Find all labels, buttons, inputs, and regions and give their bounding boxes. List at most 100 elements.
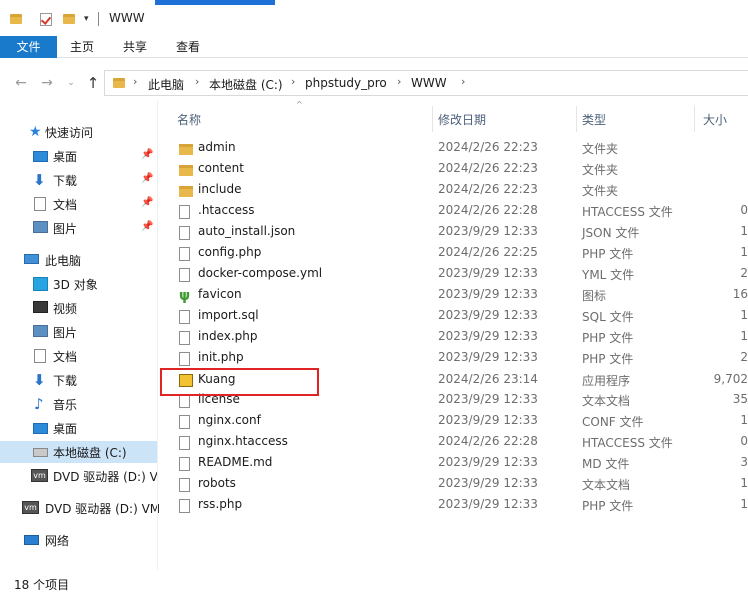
chevron-right-icon[interactable]: › <box>195 75 199 88</box>
file-date: 2023/9/29 12:33 <box>438 287 538 301</box>
sidebar-item-pictures-pc[interactable]: 图片 <box>0 321 157 343</box>
file-icon <box>179 457 190 471</box>
chevron-right-icon[interactable]: › <box>133 75 137 88</box>
drive-icon <box>33 448 48 457</box>
file-type: PHP 文件 <box>582 499 634 513</box>
file-icon <box>179 478 190 492</box>
forward-arrow-icon[interactable]: → <box>38 74 56 92</box>
file-type: 文本文档 <box>582 478 631 492</box>
tab-share[interactable]: 共享 <box>111 36 159 58</box>
file-name: docker-compose.yml <box>198 266 323 280</box>
folder-icon <box>179 165 193 176</box>
file-size: 16 <box>732 287 748 301</box>
table-row[interactable]: index.php 2023/9/29 12:33 PHP 文件 1 <box>168 327 748 348</box>
sidebar-item-label: 音乐 <box>53 398 78 412</box>
sidebar-item-network[interactable]: 网络 <box>0 529 157 551</box>
folder-icon[interactable] <box>10 10 22 28</box>
sidebar-item-label: DVD 驱动器 (D:) VM <box>45 502 161 516</box>
file-date: 2023/9/29 12:33 <box>438 392 538 406</box>
sidebar-item-downloads[interactable]: ⬇ 下载 📌 <box>0 169 157 191</box>
sidebar-item-quick-access[interactable]: ★ 快速访问 <box>0 121 157 143</box>
column-divider[interactable] <box>576 106 577 132</box>
sidebar-item-pictures[interactable]: 图片 📌 <box>0 217 157 239</box>
column-header-size[interactable]: 大小 <box>703 111 727 128</box>
file-type: 文本文档 <box>582 394 631 408</box>
file-name: include <box>198 182 242 196</box>
column-header-type[interactable]: 类型 <box>582 111 606 128</box>
customize-quick-access-icon[interactable]: ▾ <box>84 10 89 28</box>
table-row[interactable]: auto_install.json 2023/9/29 12:33 JSON 文… <box>168 222 748 243</box>
table-row[interactable]: rss.php 2023/9/29 12:33 PHP 文件 1 <box>168 495 748 516</box>
file-type: CONF 文件 <box>582 415 644 429</box>
sidebar-item-dvd-drive[interactable]: vm DVD 驱动器 (D:) V <box>0 465 158 487</box>
sidebar-item-music[interactable]: ♪ 音乐 <box>0 393 157 415</box>
breadcrumb-this-pc[interactable]: 此电脑 <box>148 76 184 93</box>
column-header-name[interactable]: 名称 <box>177 111 201 128</box>
column-header-date[interactable]: 修改日期 <box>438 111 486 128</box>
file-date: 2023/9/29 12:33 <box>438 413 538 427</box>
chevron-right-icon[interactable]: › <box>461 75 465 88</box>
sidebar-item-videos[interactable]: 视频 <box>0 297 157 319</box>
table-row[interactable]: admin 2024/2/26 22:23 文件夹 <box>168 138 748 159</box>
download-icon: ⬇ <box>33 171 46 189</box>
sidebar-item-documents[interactable]: 文档 📌 <box>0 193 157 215</box>
properties-icon[interactable] <box>40 10 52 28</box>
breadcrumb-www[interactable]: WWW <box>411 76 447 90</box>
table-row[interactable]: import.sql 2023/9/29 12:33 SQL 文件 1 <box>168 306 748 327</box>
file-date: 2023/9/29 12:33 <box>438 329 538 343</box>
table-row[interactable]: robots 2023/9/29 12:33 文本文档 1 <box>168 474 748 495</box>
sidebar-item-label: 图片 <box>53 326 78 340</box>
table-row[interactable]: docker-compose.yml 2023/9/29 12:33 YML 文… <box>168 264 748 285</box>
download-icon: ⬇ <box>33 371 46 389</box>
file-type: 应用程序 <box>582 374 631 388</box>
chevron-right-icon[interactable]: › <box>397 75 401 88</box>
back-arrow-icon[interactable]: ← <box>12 74 30 92</box>
breadcrumb-phpstudy-pro[interactable]: phpstudy_pro <box>305 76 387 90</box>
sidebar-item-label: 桌面 <box>53 150 78 164</box>
table-row[interactable]: .htaccess 2024/2/26 22:28 HTACCESS 文件 0 <box>168 201 748 222</box>
recent-locations-icon[interactable]: ⌄ <box>62 74 80 92</box>
file-size: 1 <box>740 497 748 511</box>
sidebar-item-documents-pc[interactable]: 文档 <box>0 345 157 367</box>
address-bar[interactable]: › 此电脑 › 本地磁盘 (C:) › phpstudy_pro › WWW › <box>104 70 748 96</box>
file-type: 文件夹 <box>582 184 619 198</box>
table-row[interactable]: config.php 2024/2/26 22:25 PHP 文件 1 <box>168 243 748 264</box>
table-row[interactable]: ψ favicon 2023/9/29 12:33 图标 16 <box>168 285 748 306</box>
file-name: config.php <box>198 245 262 259</box>
sidebar-item-dvd-drive-root[interactable]: vm DVD 驱动器 (D:) VM <box>0 497 161 519</box>
ribbon-tabs: 文件 主页 共享 查看 <box>0 36 748 58</box>
table-row[interactable]: nginx.htaccess 2024/2/26 22:28 HTACCESS … <box>168 432 748 453</box>
sidebar-item-desktop-pc[interactable]: 桌面 <box>0 417 157 439</box>
table-row[interactable]: include 2024/2/26 22:23 文件夹 <box>168 180 748 201</box>
table-row[interactable]: content 2024/2/26 22:23 文件夹 <box>168 159 748 180</box>
file-date: 2023/9/29 12:33 <box>438 455 538 469</box>
file-date: 2024/2/26 22:25 <box>438 245 538 259</box>
file-type: 图标 <box>582 289 607 303</box>
up-arrow-icon[interactable]: ↑ <box>84 74 102 92</box>
sidebar-item-label: 文档 <box>53 198 78 212</box>
column-divider[interactable] <box>432 106 433 132</box>
tab-file[interactable]: 文件 <box>0 36 57 58</box>
sidebar-item-label: 视频 <box>53 302 78 316</box>
tab-view[interactable]: 查看 <box>164 36 212 58</box>
highlight-box <box>160 368 319 396</box>
file-type: YML 文件 <box>582 268 635 282</box>
new-folder-icon[interactable] <box>63 10 75 28</box>
table-row[interactable]: init.php 2023/9/29 12:33 PHP 文件 2 <box>168 348 748 369</box>
sidebar-item-desktop[interactable]: 桌面 📌 <box>0 145 157 167</box>
tab-home[interactable]: 主页 <box>58 36 106 58</box>
sidebar-item-label: 下载 <box>53 374 78 388</box>
sidebar-item-this-pc[interactable]: 此电脑 <box>0 249 157 271</box>
sidebar-item-label: 文档 <box>53 350 78 364</box>
sidebar-item-downloads-pc[interactable]: ⬇ 下载 <box>0 369 157 391</box>
table-row[interactable]: README.md 2023/9/29 12:33 MD 文件 3 <box>168 453 748 474</box>
sidebar-item-3d-objects[interactable]: 3D 对象 <box>0 273 157 295</box>
document-icon <box>34 197 46 211</box>
chevron-right-icon[interactable]: › <box>291 75 295 88</box>
navigation-pane: ★ 快速访问 桌面 📌 ⬇ 下载 📌 文档 📌 图片 📌 此电脑 3D 对象 视… <box>0 100 161 570</box>
column-divider[interactable] <box>694 106 695 132</box>
table-row[interactable]: nginx.conf 2023/9/29 12:33 CONF 文件 1 <box>168 411 748 432</box>
file-name: import.sql <box>198 308 259 322</box>
sidebar-item-local-disk-c[interactable]: 本地磁盘 (C:) <box>0 441 157 463</box>
breadcrumb-local-disk[interactable]: 本地磁盘 (C:) <box>209 76 283 93</box>
